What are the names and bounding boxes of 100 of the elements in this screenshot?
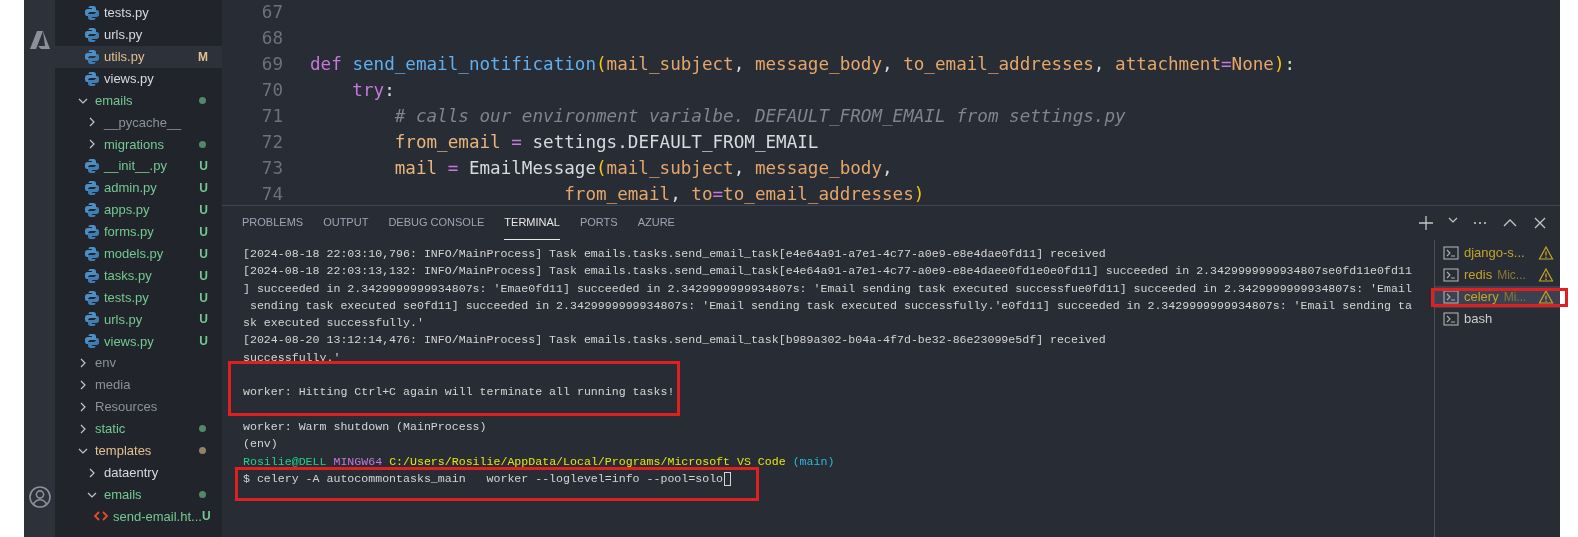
file-name: models.py bbox=[104, 245, 165, 263]
terminal-name: bash bbox=[1464, 310, 1493, 329]
python-file-icon bbox=[84, 201, 100, 218]
line-number: 71 bbox=[260, 104, 284, 128]
tree-item[interactable]: views.py U bbox=[55, 330, 222, 353]
terminal-icon bbox=[1443, 311, 1459, 327]
close-icon[interactable] bbox=[1532, 215, 1548, 231]
code-line: from_email = settings.DEFAULT_FROM_EMAIL bbox=[393, 130, 819, 154]
terminal-line: ] succeeded in 2.3429999999934807s: 'Emae0fd11] succeeded in 2.3429999999934807s: 'Email sending task executed successfue0fd11] succeeded in 2.3429999999934807s: 'Email bbox=[243, 280, 1412, 297]
tree-item[interactable]: urls.py bbox=[55, 23, 222, 46]
tree-item[interactable]: templates bbox=[55, 439, 222, 462]
file-name: Resources bbox=[95, 398, 159, 417]
git-status-letter: U bbox=[199, 267, 208, 285]
terminal-line: worker: Warm shutdown (MainProcess) bbox=[243, 418, 487, 435]
file-name: views.py bbox=[104, 332, 155, 351]
tree-item[interactable]: env bbox=[55, 352, 222, 375]
terminal-name: django-s... bbox=[1464, 244, 1525, 263]
python-file-icon bbox=[84, 311, 100, 328]
tree-item[interactable]: models.py U bbox=[55, 242, 222, 265]
terminal-line: sending task executed se0fd11] succeeded in 2.3429999999934807s: 'Email sending task executed successfully.'e0fd11] succeeded in 2.3429999999934807s: 'Email sending ta bbox=[248, 297, 1412, 314]
code-line: try: bbox=[351, 78, 395, 102]
tree-item[interactable]: send-email.ht...U bbox=[55, 505, 222, 528]
tree-item[interactable]: apps.py U bbox=[55, 199, 222, 221]
terminal-icon bbox=[1443, 245, 1459, 261]
terminal-line: sk executed successfully.' bbox=[243, 315, 424, 332]
code-line: def send_email_notification(mail_subject, message_body, to_email_addresses, attachment=None): bbox=[310, 52, 1296, 76]
terminal-icon bbox=[1443, 267, 1459, 283]
tree-item[interactable]: __pycache__ bbox=[55, 111, 222, 134]
panel-tab[interactable]: TERMINAL bbox=[504, 206, 560, 240]
git-status-letter: U bbox=[199, 245, 208, 263]
file-name: static bbox=[95, 420, 127, 439]
line-number: 70 bbox=[260, 78, 284, 102]
terminal-line: (env) bbox=[243, 436, 278, 453]
tree-item[interactable]: migrations bbox=[55, 133, 222, 156]
account-icon[interactable] bbox=[27, 485, 52, 509]
tree-item[interactable]: tasks.py U bbox=[55, 264, 222, 287]
tree-item[interactable]: tests.py bbox=[55, 2, 222, 24]
terminal-detail: Mi... bbox=[1503, 289, 1527, 306]
tree-item[interactable]: dataentry bbox=[55, 461, 222, 484]
file-name: urls.py bbox=[104, 310, 144, 329]
plus-icon[interactable] bbox=[1418, 215, 1434, 231]
line-number: 67 bbox=[260, 0, 284, 24]
tree-item[interactable]: urls.py U bbox=[55, 308, 222, 331]
terminal-name: redis bbox=[1464, 266, 1493, 285]
tree-item[interactable]: admin.py U bbox=[55, 177, 222, 199]
file-name: tests.py bbox=[104, 4, 150, 23]
terminal-icon bbox=[1443, 289, 1459, 305]
python-file-icon bbox=[84, 4, 100, 21]
git-status-letter: U bbox=[199, 180, 208, 198]
git-status-letter: U bbox=[199, 333, 208, 351]
tree-item[interactable]: tests.py U bbox=[55, 286, 222, 309]
tree-item[interactable]: __init__.py U bbox=[55, 155, 222, 178]
panel-tab[interactable]: PORTS bbox=[579, 206, 618, 240]
file-name: __pycache__ bbox=[104, 113, 183, 132]
terminal-name: celery bbox=[1464, 288, 1499, 307]
file-name: tasks.py bbox=[104, 266, 153, 285]
file-name: apps.py bbox=[104, 201, 151, 220]
terminal-line: [2024-08-18 22:03:10,796: INFO/MainProcess] Task emails.tasks.send_email_task[e4e64a91-a7e1-4c77-a0e9-e8e4dae0fd11] received bbox=[243, 246, 1106, 262]
terminal-line: worker: Hitting Ctrl+C again will terminate all running tasks! bbox=[243, 383, 675, 401]
terminal-line: [2024-08-20 13:12:14,476: INFO/MainProcess] Task emails.tasks.send_email_task[b989a302-b04a-4f7d-be32-86e23099e5df] received bbox=[243, 332, 1106, 349]
panel-tab[interactable]: AZURE bbox=[637, 206, 675, 240]
python-file-icon bbox=[84, 26, 100, 43]
tree-item[interactable]: utils.py M bbox=[55, 45, 222, 68]
file-name: views.py bbox=[104, 69, 155, 88]
git-status-letter: U bbox=[199, 223, 208, 241]
python-file-icon bbox=[84, 289, 100, 306]
tree-item[interactable]: Resources bbox=[55, 396, 222, 418]
code-line: mail = EmailMessage(mail_subject, message_body, bbox=[393, 156, 893, 180]
python-file-icon bbox=[84, 48, 100, 65]
tree-item[interactable]: emails bbox=[55, 89, 222, 112]
terminal-detail: Mic... bbox=[1497, 267, 1526, 284]
line-number: 68 bbox=[260, 26, 284, 50]
python-file-icon bbox=[84, 70, 100, 87]
panel-tab[interactable]: PROBLEMS bbox=[242, 206, 304, 240]
file-name: media bbox=[95, 376, 132, 395]
file-name: urls.py bbox=[104, 26, 144, 45]
git-status-letter: M bbox=[198, 48, 208, 66]
panel-tab[interactable]: OUTPUT bbox=[323, 206, 369, 240]
tree-item[interactable]: static bbox=[55, 417, 222, 440]
git-status-letter: U bbox=[199, 289, 208, 307]
line-number: 74 bbox=[260, 182, 284, 205]
file-name: __init__.py bbox=[104, 157, 168, 176]
terminal-line: successfully.' bbox=[243, 349, 341, 366]
tree-item[interactable]: emails bbox=[55, 483, 222, 506]
file-name: templates bbox=[95, 442, 153, 460]
python-file-icon bbox=[84, 245, 100, 262]
terminal-line: [2024-08-18 22:03:13,132: INFO/MainProcess] Task emails.tasks.send_email_task[e4e64a91-a7e1-4c77-a0e9-e8e4daee0fd1e0e0fd11] succeeded in 2.3429999999934807se0fd11e0fd11 bbox=[243, 263, 1412, 280]
tree-item[interactable]: media bbox=[55, 374, 222, 397]
panel-tab[interactable]: DEBUG CONSOLE bbox=[388, 206, 485, 240]
azure-icon[interactable] bbox=[27, 28, 52, 52]
git-status-letter: U bbox=[199, 311, 208, 329]
code-line: # calls our environment varialbe. DEFAULT_FROM_EMAIL from settings.py bbox=[393, 104, 1126, 128]
tree-item[interactable]: forms.py U bbox=[55, 220, 222, 243]
git-status-letter: U bbox=[201, 508, 211, 526]
python-file-icon bbox=[84, 267, 100, 284]
python-file-icon bbox=[84, 223, 100, 240]
file-name: env bbox=[95, 354, 117, 373]
tree-item[interactable]: views.py bbox=[55, 67, 222, 90]
line-number: 69 bbox=[260, 52, 284, 76]
file-name: emails bbox=[95, 91, 134, 110]
